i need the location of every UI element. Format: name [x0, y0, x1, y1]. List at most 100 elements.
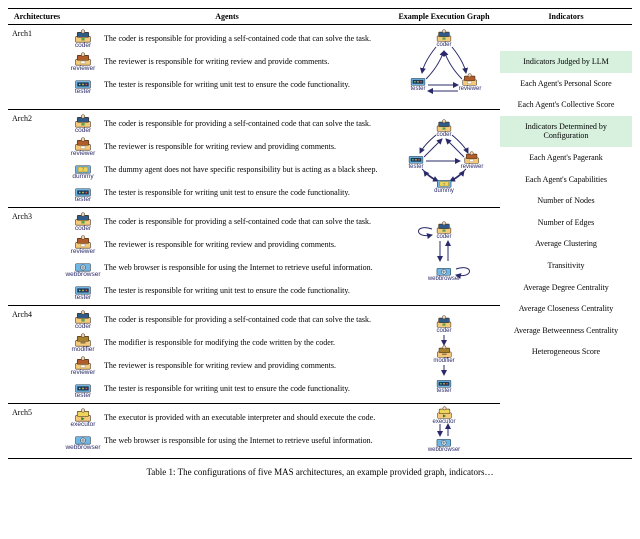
agent-desc: The coder is responsible for providing a… — [104, 217, 386, 226]
caption-rest: The configurations of five MAS architect… — [178, 467, 494, 477]
agent-role-label: tester — [75, 197, 91, 204]
graph-node: reviewer — [459, 73, 482, 92]
agent-desc: The reviewer is responsible for writing … — [104, 361, 386, 370]
agent-desc: The tester is responsible for writing un… — [104, 188, 386, 197]
agent-desc: The reviewer is responsible for writing … — [104, 142, 386, 151]
indicator-item: Average Degree Centrality — [500, 277, 632, 299]
indicator-item: Each Agent's Collective Score — [500, 94, 632, 116]
agent-row: webbrowser The web browser is responsibl… — [66, 257, 386, 279]
graph-node: modifier — [433, 345, 454, 364]
agent-icon-wrap: reviewer — [66, 137, 100, 158]
agent-icon-wrap: modifier — [66, 333, 100, 354]
arch-name: Arch3 — [8, 208, 66, 306]
arch-graph: executor webbrowser — [388, 404, 500, 459]
col-head-graph: Example Execution Graph — [388, 9, 500, 25]
table-caption: Table 1: The configurations of five MAS … — [8, 467, 632, 477]
agent-row: coder The coder is responsible for provi… — [66, 309, 386, 331]
agent-desc: The web browser is responsible for using… — [104, 263, 386, 272]
graph-node-label: webbrowser — [428, 276, 460, 282]
agent-icon-wrap: coder — [66, 212, 100, 233]
web-icon — [73, 258, 93, 272]
agent-icon-wrap: coder — [66, 114, 100, 135]
coder-icon — [73, 212, 93, 226]
agent-desc: The coder is responsible for providing a… — [104, 315, 386, 324]
figure-table: Architectures Agents Example Execution G… — [8, 8, 632, 459]
col-head-architectures: Architectures — [8, 9, 66, 25]
agent-role-label: coder — [75, 43, 91, 50]
execution-graph: coder modifier tester — [394, 315, 494, 395]
coder-icon — [73, 310, 93, 324]
graph-node-label: executor — [432, 419, 455, 425]
agent-row: coder The coder is responsible for provi… — [66, 211, 386, 233]
graph-node: tester — [409, 73, 427, 92]
agent-icon-wrap: executor — [66, 408, 100, 429]
tester-icon — [409, 73, 427, 86]
arch-graph: coder tester reviewer — [388, 25, 500, 110]
arch-graph: coder modifier tester — [388, 306, 500, 404]
agent-icon-wrap: coder — [66, 29, 100, 50]
agent-row: webbrowser The web browser is responsibl… — [66, 430, 386, 452]
agent-desc: The tester is responsible for writing un… — [104, 384, 386, 393]
agent-desc: The reviewer is responsible for writing … — [104, 240, 386, 249]
agent-row: reviewer The reviewer is responsible for… — [66, 51, 386, 73]
arch-name: Arch5 — [8, 404, 66, 459]
agent-icon-wrap: reviewer — [66, 235, 100, 256]
web-icon — [435, 263, 453, 276]
reviewer-icon — [73, 137, 93, 151]
graph-node: tester — [407, 151, 425, 170]
indicator-item: Each Agent's Capabilities — [500, 169, 632, 191]
graph-node-label: modifier — [433, 358, 454, 364]
agent-role-label: reviewer — [71, 370, 96, 377]
agent-desc: The coder is responsible for providing a… — [104, 34, 386, 43]
col-head-agents: Agents — [66, 9, 388, 25]
graph-node-label: tester — [408, 164, 423, 170]
agent-row: coder The coder is responsible for provi… — [66, 113, 386, 135]
arch-agents: coder The coder is responsible for provi… — [66, 208, 388, 306]
agent-icon-wrap: reviewer — [66, 52, 100, 73]
agent-role-label: dummy — [72, 174, 93, 181]
agent-icon-wrap: dummy — [66, 160, 100, 181]
graph-node-label: webbrowser — [428, 447, 460, 453]
arch-name: Arch4 — [8, 306, 66, 404]
graph-node-label: tester — [436, 388, 451, 394]
agent-role-label: tester — [75, 295, 91, 302]
coder-icon — [435, 315, 453, 328]
agent-desc: The tester is responsible for writing un… — [104, 286, 386, 295]
graph-node: executor — [432, 406, 455, 425]
agent-row: tester The tester is responsible for wri… — [66, 280, 386, 302]
reviewer-icon — [73, 356, 93, 370]
arch-graph: coder webbrowser — [388, 208, 500, 306]
execution-graph: coder tester reviewer — [394, 27, 494, 107]
coder-icon — [435, 119, 453, 132]
agent-row: reviewer The reviewer is responsible for… — [66, 136, 386, 158]
graph-node-label: reviewer — [461, 164, 484, 170]
arch-row: Arch1 coder The coder is responsible for… — [8, 25, 632, 110]
tester-icon — [73, 281, 93, 295]
indicator-item: Average Clustering — [500, 233, 632, 255]
agent-role-label: coder — [75, 324, 91, 331]
col-head-indicators: Indicators — [500, 9, 632, 25]
arch-graph: coder tester reviewer dummy — [388, 110, 500, 208]
graph-node: webbrowser — [428, 434, 460, 453]
agent-row: tester The tester is responsible for wri… — [66, 378, 386, 400]
agent-desc: The tester is responsible for writing un… — [104, 80, 386, 89]
agent-row: executor The executor is provided with a… — [66, 407, 386, 429]
graph-node: coder — [435, 119, 453, 138]
coder-icon — [73, 114, 93, 128]
tester-icon — [73, 183, 93, 197]
agent-row: tester The tester is responsible for wri… — [66, 74, 386, 96]
arch-agents: executor The executor is provided with a… — [66, 404, 388, 459]
agent-icon-wrap: coder — [66, 310, 100, 331]
graph-node-label: coder — [436, 42, 451, 48]
reviewer-icon — [463, 151, 481, 164]
indicator-group-head: Indicators Judged by LLM — [500, 51, 632, 73]
graph-node-label: tester — [410, 86, 425, 92]
coder-icon — [73, 29, 93, 43]
graph-node-label: dummy — [434, 188, 454, 194]
graph-node: webbrowser — [428, 263, 460, 282]
caption-prefix: Table 1: — [146, 467, 177, 477]
agent-row: coder The coder is responsible for provi… — [66, 28, 386, 50]
agent-role-label: reviewer — [71, 151, 96, 158]
indicator-item: Average Betweenness Centrality — [500, 320, 632, 342]
dummy-icon — [435, 175, 453, 188]
